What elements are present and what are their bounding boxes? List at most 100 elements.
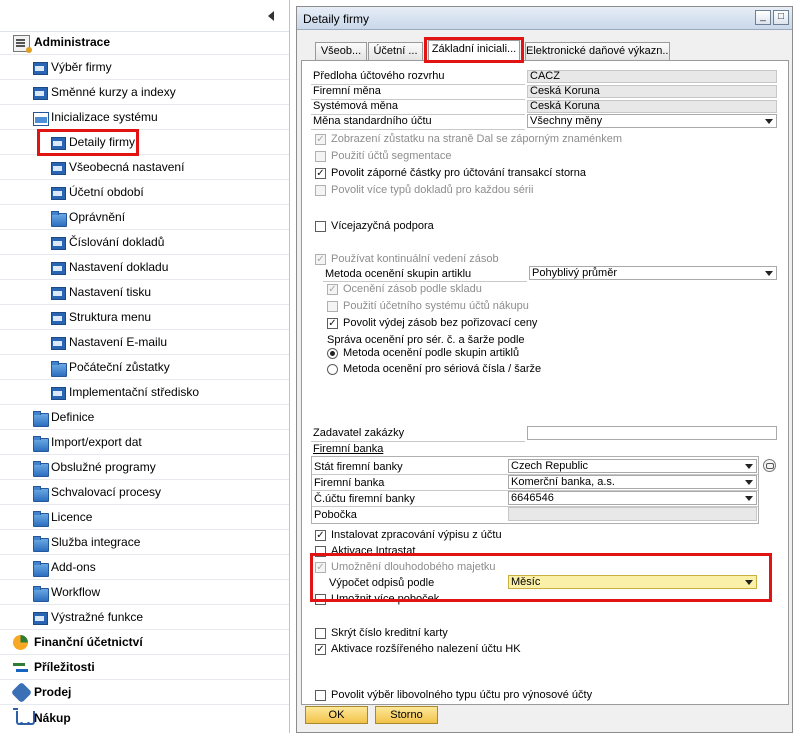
finance-pie-icon: [13, 635, 28, 650]
form-icon: [51, 237, 66, 250]
minimize-button[interactable]: _: [755, 10, 771, 25]
instalovat-vypis-checkbox[interactable]: ✓: [315, 530, 326, 541]
storno-button[interactable]: Storno: [375, 706, 438, 724]
nav-item-smenne-kurzy[interactable]: Směnné kurzy a indexy: [0, 80, 289, 105]
tab-vseobecne[interactable]: Všeob...: [315, 42, 367, 60]
maximize-button[interactable]: □: [773, 10, 789, 25]
divider: [311, 129, 525, 130]
metoda-oceneni-dropdown[interactable]: Pohyblivý průměr: [529, 266, 777, 280]
vice-typu-dokladu-label: Povolit více typů dokladů pro každou sér…: [331, 184, 534, 196]
nav-section-financni-ucetnictvi[interactable]: Finanční účetnictví: [0, 630, 289, 655]
highlight-dlouhodoby-majetek: [310, 553, 772, 602]
nav-section-prodej[interactable]: Prodej: [0, 680, 289, 705]
folder-icon: [33, 561, 49, 577]
sales-icon: [10, 681, 33, 704]
folder-icon: [33, 461, 49, 477]
segmentace-checkbox[interactable]: [315, 151, 326, 162]
divider: [311, 441, 525, 442]
zaporne-castky-checkbox[interactable]: ✓: [315, 168, 326, 179]
form-icon: [33, 87, 48, 100]
nav-item-nastaveni-tisku[interactable]: Nastavení tisku: [0, 280, 289, 305]
nav-item-inicializace-systemu[interactable]: Inicializace systému: [0, 105, 289, 130]
nav-section-nakup[interactable]: Nákup: [0, 705, 289, 730]
window-title-bar[interactable]: Detaily firmy _ □: [297, 7, 792, 30]
nav-item-nastaveni-dokladu[interactable]: Nastavení dokladu: [0, 255, 289, 280]
aktivace-hk-label: Aktivace rozšířeného nalezení účtu HK: [331, 643, 521, 655]
zobrazeni-zustatku-checkbox[interactable]: ✓: [315, 134, 326, 145]
nav-item-add-ons[interactable]: Add-ons: [0, 555, 289, 580]
firemni-banka-dropdown[interactable]: Komerční banka, a.s.: [508, 475, 757, 489]
zadavatel-label: Zadavatel zakázky: [313, 427, 405, 439]
nav-item-licence[interactable]: Licence: [0, 505, 289, 530]
nav-section-administrace[interactable]: Administrace: [0, 30, 289, 55]
dropdown-arrow-icon: [745, 480, 753, 485]
cislo-uctu-dropdown[interactable]: 6646546: [508, 491, 757, 505]
tab-ucetni[interactable]: Účetní ...: [368, 42, 423, 60]
nav-item-cislovani-dokladu[interactable]: Číslování dokladů: [0, 230, 289, 255]
form-icon: [51, 262, 66, 275]
stat-banky-value: Czech Republic: [511, 460, 589, 472]
dropdown-arrow-icon: [745, 464, 753, 469]
vydej-zasob-label: Povolit výdej zásob bez pořizovací ceny: [343, 317, 538, 329]
firemni-banka-field-label: Firemní banka: [314, 477, 385, 489]
vicejazycna-checkbox[interactable]: [315, 221, 326, 232]
form-icon: [51, 187, 66, 200]
skryt-kreditni-kartu-checkbox[interactable]: [315, 628, 326, 639]
kontinualni-zasoby-label: Používat kontinuální vedení zásob: [331, 253, 499, 265]
minimize-icon: _: [760, 11, 766, 22]
mena-std-dropdown[interactable]: Všechny měny: [527, 114, 777, 128]
highlight-detaily-firmy: [37, 129, 139, 156]
form-icon: [51, 337, 66, 350]
vynosove-ucty-checkbox[interactable]: [315, 690, 326, 701]
nav-item-pocatecni-zustatky[interactable]: Počáteční zůstatky: [0, 355, 289, 380]
radio-metoda-seriova-label: Metoda ocenění pro sériová čísla / šarže: [343, 363, 542, 375]
vicejazycna-label: Vícejazyčná podpora: [331, 220, 434, 232]
nav-section-prilezitosti[interactable]: Příležitosti: [0, 655, 289, 680]
form-icon: [51, 387, 66, 400]
form-icon: [51, 312, 66, 325]
zadavatel-input[interactable]: [527, 426, 777, 440]
folder-icon: [33, 536, 49, 552]
nav-item-struktura-menu[interactable]: Struktura menu: [0, 305, 289, 330]
dropdown-arrow-icon: [745, 496, 753, 501]
ok-button[interactable]: OK: [305, 706, 368, 724]
nav-item-nastaveni-emailu[interactable]: Nastavení E-mailu: [0, 330, 289, 355]
sprava-oceneni-label: Správa ocenění pro sér. č. a šarže podle: [327, 334, 525, 346]
nav-header: [0, 0, 289, 32]
nav-item-obsluzne-programy[interactable]: Obslužné programy: [0, 455, 289, 480]
systemova-mena-field: Česká Koruna: [527, 100, 777, 113]
nav-item-import-export[interactable]: Import/export dat: [0, 430, 289, 455]
predloha-label: Předloha účtového rozvrhu: [313, 70, 445, 82]
form-icon: [33, 62, 48, 75]
vice-typu-dokladu-checkbox[interactable]: [315, 185, 326, 196]
nav-item-definice[interactable]: Definice: [0, 405, 289, 430]
radio-metoda-skupin[interactable]: [327, 348, 338, 359]
nav-item-ucetni-obdobi[interactable]: Účetní období: [0, 180, 289, 205]
radio-metoda-seriova[interactable]: [327, 364, 338, 375]
kontinualni-zasoby-checkbox[interactable]: ✓: [315, 254, 326, 265]
folder-icon: [51, 211, 67, 227]
window-title: Detaily firmy: [303, 12, 370, 26]
stat-banky-dropdown[interactable]: Czech Republic: [508, 459, 757, 473]
nav-item-vystrazne-funkce[interactable]: Výstražné funkce: [0, 605, 289, 630]
vydej-zasob-checkbox[interactable]: ✓: [327, 318, 338, 329]
cislo-uctu-label: Č.účtu firemní banky: [314, 493, 415, 505]
collapse-arrow-icon[interactable]: [268, 11, 274, 21]
aktivace-hk-checkbox[interactable]: ✓: [315, 644, 326, 655]
nav-item-sluzba-integrace[interactable]: Služba integrace: [0, 530, 289, 555]
vynosove-ucty-label: Povolit výběr libovolného typu účtu pro …: [331, 689, 593, 701]
nav-item-schvalovaci-procesy[interactable]: Schvalovací procesy: [0, 480, 289, 505]
nav-item-vyber-firmy[interactable]: Výběr firmy: [0, 55, 289, 80]
link-arrow-icon[interactable]: [763, 459, 776, 472]
mena-std-value: Všechny měny: [530, 115, 603, 127]
nav-item-implementacni-stredisko[interactable]: Implementační středisko: [0, 380, 289, 405]
nav-item-workflow[interactable]: Workflow: [0, 580, 289, 605]
folder-icon: [51, 361, 67, 377]
folder-open-icon: [33, 112, 49, 126]
nav-item-vseobecna-nastaveni[interactable]: Všeobecná nastavení: [0, 155, 289, 180]
oceneni-sklad-checkbox[interactable]: ✓: [327, 284, 338, 295]
folder-icon: [33, 511, 49, 527]
nav-item-opravneni[interactable]: Oprávnění: [0, 205, 289, 230]
ucetni-system-nakupu-checkbox[interactable]: [327, 301, 338, 312]
tab-elektronicke-danove-vykaznictvi[interactable]: Elektronické daňové výkazn...: [525, 42, 670, 60]
